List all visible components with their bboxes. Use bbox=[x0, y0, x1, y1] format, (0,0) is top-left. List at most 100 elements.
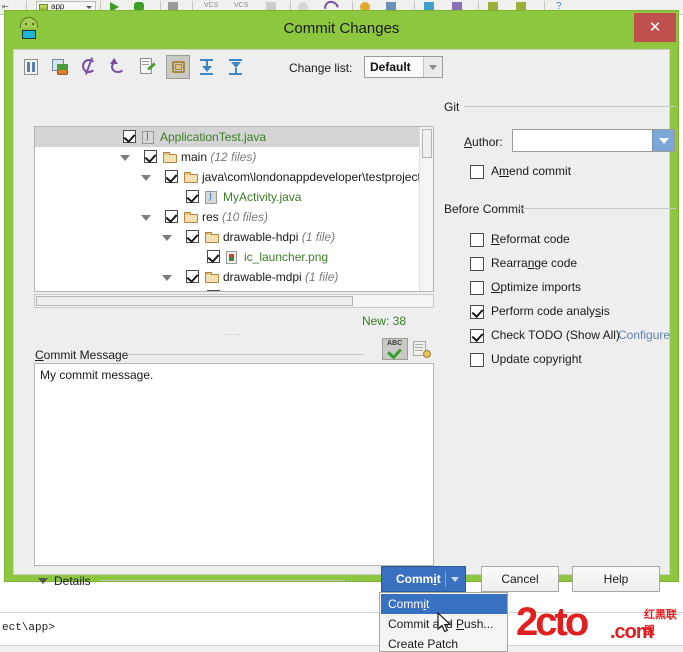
tree-row[interactable]: ic_launcher.png bbox=[35, 247, 433, 267]
changelist-value: Default bbox=[370, 60, 411, 74]
commit-message-rule bbox=[127, 354, 364, 355]
tree-row-name: res (10 files) bbox=[202, 210, 269, 224]
menu-item[interactable]: Commit and Push... bbox=[381, 614, 507, 634]
folder-icon bbox=[163, 152, 177, 163]
move-to-changelist-icon[interactable] bbox=[49, 55, 73, 79]
tree-row-count: (12 files) bbox=[207, 150, 257, 164]
dialog-titlebar: Commit Changes ✕ bbox=[5, 11, 678, 47]
tree-row-count: (1 file) bbox=[298, 230, 336, 244]
tree-row[interactable]: drawable-mdpi (1 file) bbox=[35, 267, 433, 287]
tree-row[interactable]: MyActivity.java bbox=[35, 187, 433, 207]
checkbox-box bbox=[470, 305, 484, 319]
tree-row-name: java\com\londonappdeveloper\testproject … bbox=[202, 170, 433, 184]
tree-row-name: ic_launcher.png bbox=[244, 250, 329, 264]
folder-icon bbox=[184, 212, 198, 223]
refresh-icon[interactable] bbox=[78, 55, 102, 79]
menu-item[interactable]: Create Patch bbox=[381, 634, 507, 651]
tree-row-checkbox[interactable] bbox=[165, 170, 178, 183]
spellcheck-icon[interactable]: ABC bbox=[382, 338, 408, 360]
message-history-icon[interactable] bbox=[413, 340, 431, 358]
button-divider bbox=[445, 571, 446, 587]
terminal-prompt: ect\app> bbox=[2, 622, 55, 634]
vcs-update-icon[interactable]: VCS bbox=[204, 2, 218, 9]
changes-toolbar: Change list: Default bbox=[20, 54, 665, 82]
changelist-combo[interactable]: Default bbox=[364, 56, 443, 78]
tree-row-checkbox[interactable] bbox=[186, 270, 199, 283]
tree-row[interactable]: java\com\londonappdeveloper\testproject … bbox=[35, 167, 433, 187]
changed-files-tree[interactable]: ApplicationTest.java main (12 files) java\… bbox=[34, 126, 434, 292]
author-input[interactable] bbox=[512, 129, 675, 152]
commit-message-input[interactable]: My commit message. bbox=[34, 363, 434, 566]
tree-horizontal-scrollbar[interactable] bbox=[34, 294, 434, 308]
triangle-down-icon[interactable] bbox=[38, 578, 48, 584]
tree-row[interactable]: ic_launcher.png bbox=[35, 287, 433, 292]
close-icon[interactable]: ✕ bbox=[634, 13, 676, 42]
show-diff-icon[interactable] bbox=[20, 55, 44, 79]
group-by-directory-icon[interactable] bbox=[166, 55, 190, 79]
tree-row-name: main (12 files) bbox=[181, 150, 257, 164]
triangle-down-icon[interactable] bbox=[162, 235, 172, 241]
help-button[interactable]: Help bbox=[572, 566, 660, 592]
panel-splitter[interactable]: ⋯⋯ bbox=[224, 331, 246, 339]
triangle-down-icon[interactable] bbox=[141, 175, 151, 181]
tree-row-checkbox[interactable] bbox=[207, 250, 220, 263]
new-lines-count: New: 38 bbox=[361, 314, 406, 328]
triangle-down-icon[interactable] bbox=[141, 215, 151, 221]
png-file-icon bbox=[226, 291, 237, 292]
triangle-down-icon[interactable] bbox=[162, 275, 172, 281]
tree-row-checkbox[interactable] bbox=[123, 130, 136, 143]
tree-row-checkbox[interactable] bbox=[207, 290, 220, 291]
amend-commit-label: Amend commit bbox=[491, 164, 572, 178]
commit-message-text: My commit message. bbox=[40, 368, 154, 382]
checkbox-box bbox=[470, 257, 484, 271]
collapse-all-icon[interactable] bbox=[224, 55, 248, 79]
dialog-title: Commit Changes bbox=[283, 20, 400, 37]
menu-item[interactable]: Commit bbox=[381, 594, 507, 614]
tree-row-name: drawable-mdpi (1 file) bbox=[223, 270, 339, 284]
checkbox-label: Rearrange code bbox=[491, 256, 578, 270]
revert-icon[interactable] bbox=[107, 55, 131, 79]
ide-status-bar bbox=[0, 645, 683, 652]
chevron-down-icon[interactable] bbox=[451, 577, 459, 582]
changelist-label: Change list: bbox=[289, 61, 353, 75]
checkbox-label: Check TODO (Show All) bbox=[491, 328, 620, 342]
dialog-content: Change list: Default ApplicationTest.jav… bbox=[13, 49, 676, 588]
details-handle[interactable]: ⋯⋯ bbox=[347, 576, 365, 585]
checkbox-label: Update copyright bbox=[491, 352, 582, 366]
tree-row-checkbox[interactable] bbox=[165, 210, 178, 223]
tree-row[interactable]: res (10 files) bbox=[35, 207, 433, 227]
tree-row-checkbox[interactable] bbox=[186, 190, 199, 203]
commit-button[interactable]: Commit bbox=[381, 566, 466, 592]
checkbox-label: Reformat code bbox=[491, 232, 570, 246]
cancel-button[interactable]: Cancel bbox=[481, 566, 559, 592]
png-file-icon bbox=[226, 251, 237, 264]
expand-all-icon[interactable] bbox=[195, 55, 219, 79]
scrollbar-thumb[interactable] bbox=[422, 129, 432, 158]
tree-row-name: MyActivity.java bbox=[223, 190, 302, 204]
tree-row-name: drawable-hdpi (1 file) bbox=[223, 230, 336, 244]
chevron-down-icon[interactable] bbox=[652, 130, 674, 151]
commit-message-label: Commit Message bbox=[35, 348, 129, 362]
triangle-down-icon[interactable] bbox=[120, 155, 130, 161]
chevron-down-icon[interactable] bbox=[423, 57, 442, 77]
commit-button-label: Commit bbox=[396, 572, 441, 586]
tree-vertical-scrollbar[interactable] bbox=[419, 127, 433, 291]
screen: ⇤ app VCS VCS ? ect\app> Commit Changes … bbox=[0, 0, 683, 652]
vcs-commit-icon[interactable]: VCS bbox=[234, 2, 248, 9]
details-label[interactable]: Details bbox=[54, 574, 91, 588]
tree-row[interactable]: drawable-hdpi (1 file) bbox=[35, 227, 433, 247]
configure-link[interactable]: Configure bbox=[618, 328, 670, 342]
tree-row[interactable]: main (12 files) bbox=[35, 147, 433, 167]
tree-row-checkbox[interactable] bbox=[186, 230, 199, 243]
folder-icon bbox=[184, 172, 198, 183]
checkbox-label: Perform code analysis bbox=[491, 304, 610, 318]
checkbox-label: Optimize imports bbox=[491, 280, 582, 294]
author-label: Author: bbox=[464, 135, 503, 149]
scrollbar-thumb[interactable] bbox=[36, 296, 353, 306]
checkbox-box bbox=[470, 165, 484, 179]
checkbox-box bbox=[470, 329, 484, 343]
edit-source-icon[interactable] bbox=[136, 55, 160, 79]
commit-dropdown-menu[interactable]: Commit Commit and Push... Create Patch bbox=[379, 592, 508, 652]
tree-row-checkbox[interactable] bbox=[144, 150, 157, 163]
tree-row[interactable]: ApplicationTest.java bbox=[35, 127, 433, 147]
